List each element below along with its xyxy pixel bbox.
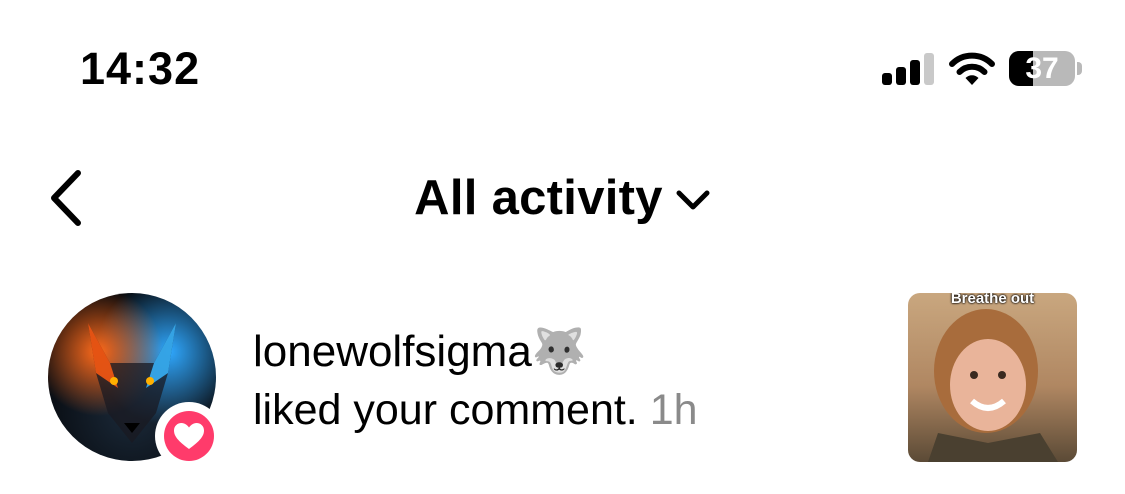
username-text: lonewolfsigma bbox=[253, 327, 532, 376]
battery-icon: 37 bbox=[1009, 51, 1075, 86]
username-emoji: 🐺 bbox=[531, 327, 587, 376]
thumbnail-caption: Breathe out bbox=[950, 293, 1035, 307]
cellular-signal-icon bbox=[882, 52, 934, 85]
wifi-icon bbox=[949, 52, 995, 85]
chevron-down-icon bbox=[676, 190, 710, 210]
status-time: 14:32 bbox=[80, 43, 201, 94]
activity-filter-dropdown[interactable]: All activity bbox=[0, 168, 1125, 228]
thumbnail-image bbox=[928, 309, 1058, 462]
activity-timestamp: 1h bbox=[649, 386, 698, 434]
activity-action: liked your comment. bbox=[253, 386, 638, 434]
like-badge bbox=[155, 402, 223, 470]
battery-tip bbox=[1077, 62, 1082, 75]
battery-percentage: 37 bbox=[1025, 52, 1059, 85]
page-title: All activity bbox=[414, 171, 663, 225]
activity-description: liked your comment. 1h bbox=[253, 383, 698, 437]
activity-username[interactable]: lonewolfsigma🐺 bbox=[253, 324, 587, 380]
heart-icon bbox=[174, 423, 204, 449]
post-thumbnail[interactable]: Breathe out bbox=[908, 293, 1077, 462]
